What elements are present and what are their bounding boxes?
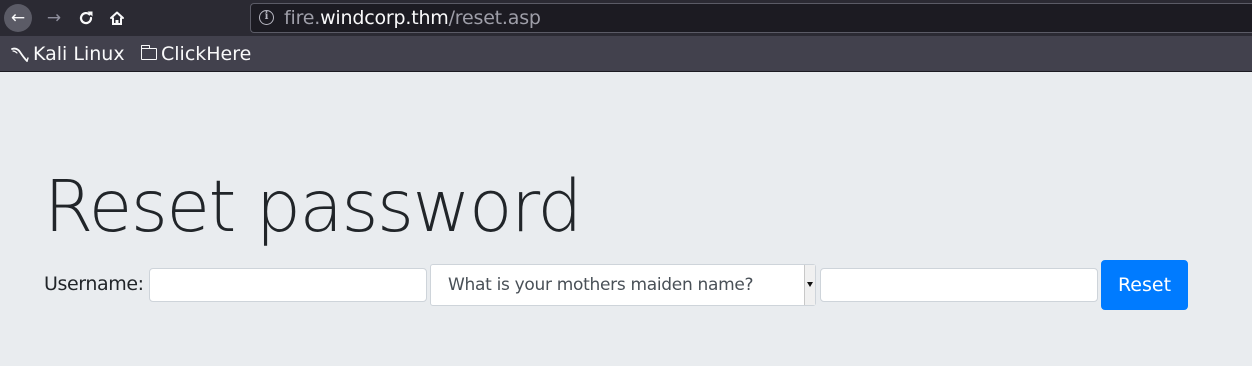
folder-icon: [140, 45, 157, 60]
url-host: windcorp.thm: [320, 7, 449, 29]
security-question-select[interactable]: What is your mothers maiden name?: [430, 264, 816, 306]
select-selected-value: What is your mothers maiden name?: [448, 275, 754, 295]
reload-icon: [79, 11, 93, 25]
chevron-down-icon: [807, 282, 813, 287]
bookmarks-toolbar: Kali Linux ClickHere: [0, 36, 1252, 72]
forward-button[interactable]: →: [40, 4, 68, 32]
bookmark-folder-clickhere[interactable]: ClickHere: [140, 42, 252, 66]
bookmark-label: ClickHere: [161, 43, 252, 65]
arrow-right-icon: →: [46, 7, 62, 28]
bookmark-label: Kali Linux: [33, 43, 125, 65]
select-dropdown-button[interactable]: [804, 265, 815, 305]
kali-dragon-icon: [11, 47, 29, 62]
back-button[interactable]: ←: [4, 4, 32, 32]
home-icon: [110, 11, 124, 25]
username-label: Username:: [44, 273, 144, 295]
reload-button[interactable]: [72, 4, 100, 32]
home-button[interactable]: [103, 4, 131, 32]
browser-toolbar: ← → i fire.windcorp.thm/reset.asp: [0, 0, 1252, 36]
bookmark-kali-linux[interactable]: Kali Linux: [10, 42, 125, 66]
answer-input[interactable]: [820, 268, 1098, 302]
url-text[interactable]: fire.windcorp.thm/reset.asp: [284, 7, 541, 29]
info-icon[interactable]: i: [259, 10, 274, 25]
url-subdomain: fire.: [284, 7, 321, 29]
arrow-left-icon: ←: [10, 7, 26, 28]
username-input[interactable]: [149, 268, 427, 302]
page-title: Reset password: [44, 165, 582, 248]
reset-button[interactable]: Reset: [1101, 260, 1188, 310]
url-bar[interactable]: i fire.windcorp.thm/reset.asp: [250, 3, 1252, 33]
url-path: /reset.asp: [448, 7, 541, 29]
